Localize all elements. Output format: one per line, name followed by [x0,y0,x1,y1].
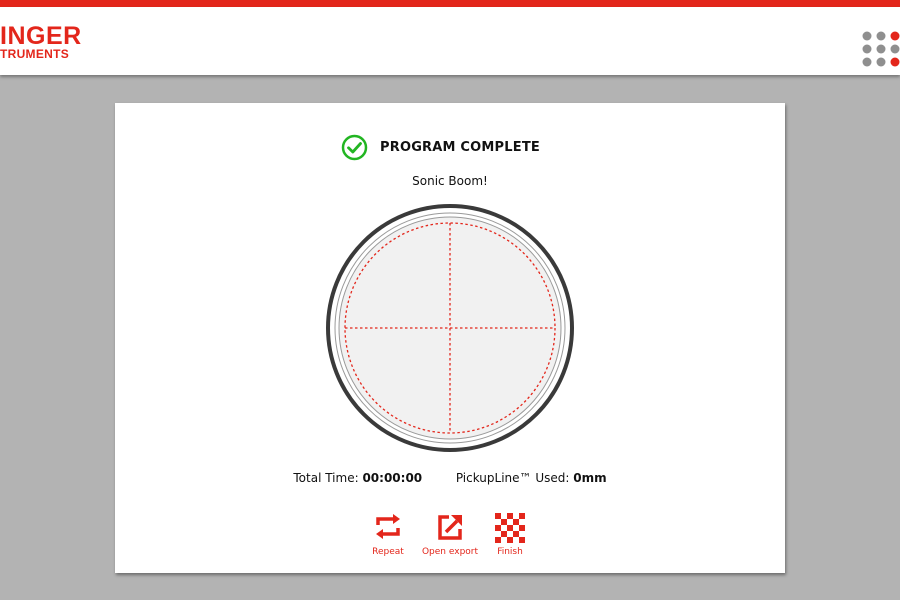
total-time-value: 00:00:00 [362,471,423,485]
action-bar: Repeat Open export Finish [370,513,530,563]
open-export-button[interactable]: Open export [420,513,480,557]
open-export-label: Open export [421,547,479,557]
open-export-icon [438,515,462,540]
pickupline-label: PickupLine™ Used: [455,471,570,485]
repeat-label: Repeat [372,547,404,557]
app-header: INGER TRUMENTS [0,7,900,75]
program-name: Sonic Boom! [412,174,488,188]
logo-text-line1: INGER [0,22,82,50]
repeat-button[interactable]: Repeat [358,513,418,557]
result-panel: PROGRAM COMPLETE Sonic Boom! Total Time:… [115,103,785,573]
checkered-flag-icon [495,513,525,543]
finish-button[interactable]: Finish [480,513,540,557]
repeat-icon [376,514,400,539]
status-title: PROGRAM COMPLETE [380,140,540,155]
logo-text-line2: TRUMENTS [0,47,70,61]
top-accent-bar [0,0,900,7]
check-circle-icon [341,134,368,161]
pickupline-value: 0mm [573,471,607,485]
finish-label: Finish [497,547,523,557]
grid-dots-icon[interactable] [862,31,900,67]
run-stats: Total Time: 00:00:00 PickupLine™ Used: 0… [115,471,785,485]
total-time-label: Total Time: [293,471,359,485]
petri-dish-diagram [326,204,574,452]
